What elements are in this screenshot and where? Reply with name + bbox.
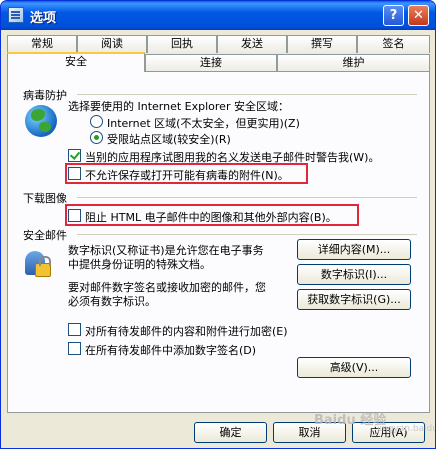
digital-id-button[interactable]: 数字标识(I)... <box>297 264 411 285</box>
tab-general[interactable]: 常规 <box>7 35 77 53</box>
advanced-button[interactable]: 高级(V)... <box>297 357 411 378</box>
warn-send-checkbox[interactable] <box>68 149 81 162</box>
sign-label[interactable]: 在所有待发邮件中添加数字签名(D) <box>85 342 256 358</box>
watermark-url: jingyan.baidu.com <box>377 424 435 434</box>
highlight-box <box>65 163 308 184</box>
digital-id-icon <box>23 249 55 281</box>
details-button[interactable]: 详细内容(M)... <box>297 239 411 260</box>
divider <box>77 234 417 235</box>
zone-restricted-label[interactable]: 受限站点区域(较安全)(R) <box>107 131 231 147</box>
zone-internet-label[interactable]: Internet 区域(不太安全，但更实用)(Z) <box>107 115 300 131</box>
secure-mail-group-title: 安全邮件 <box>23 229 67 242</box>
tab-security[interactable]: 安全 <box>7 52 145 72</box>
encrypt-label[interactable]: 对所有待发邮件的内容和附件进行加密(E) <box>85 323 288 339</box>
secure-desc1-line2: 中提供身份证明的特殊文档。 <box>68 258 211 271</box>
help-button[interactable]: ? <box>383 5 404 26</box>
options-icon <box>8 7 24 23</box>
window-title: 选项 <box>30 11 57 26</box>
zone-internet-radio[interactable] <box>90 115 103 128</box>
get-digital-id-button[interactable]: 获取数字标识(G)... <box>297 289 411 310</box>
sign-checkbox[interactable] <box>68 342 81 355</box>
tab-connection[interactable]: 连接 <box>145 54 277 72</box>
zone-restricted-radio[interactable] <box>90 131 103 144</box>
tab-read[interactable]: 阅读 <box>77 35 147 53</box>
divider <box>77 197 417 198</box>
divider <box>77 94 417 95</box>
secure-desc2-line2: 必须有数字标识。 <box>68 295 156 308</box>
ok-button[interactable]: 确定 <box>194 422 267 443</box>
globe-icon <box>25 105 57 137</box>
tab-signatures[interactable]: 签名 <box>357 35 430 53</box>
watermark-brand: Baidu 经验 <box>314 413 387 428</box>
tab-maintenance[interactable]: 维护 <box>277 54 430 72</box>
encrypt-checkbox[interactable] <box>68 323 81 336</box>
tab-send[interactable]: 发送 <box>217 35 287 53</box>
zone-label: 选择要使用的 Internet Explorer 安全区域： <box>68 100 289 113</box>
tab-receipts[interactable]: 回执 <box>147 35 217 53</box>
close-button[interactable]: ✕ <box>408 5 429 26</box>
virus-group-title: 病毒防护 <box>23 89 67 102</box>
options-dialog: 选项 ? ✕ 常规 阅读 回执 发送 撰写 签名 安全 连接 维护 病毒防护 选… <box>0 0 436 449</box>
tab-compose[interactable]: 撰写 <box>287 35 357 53</box>
title-bar: 选项 ? ✕ <box>1 1 435 30</box>
download-group-title: 下载图像 <box>23 192 67 205</box>
highlight-box <box>65 204 359 226</box>
